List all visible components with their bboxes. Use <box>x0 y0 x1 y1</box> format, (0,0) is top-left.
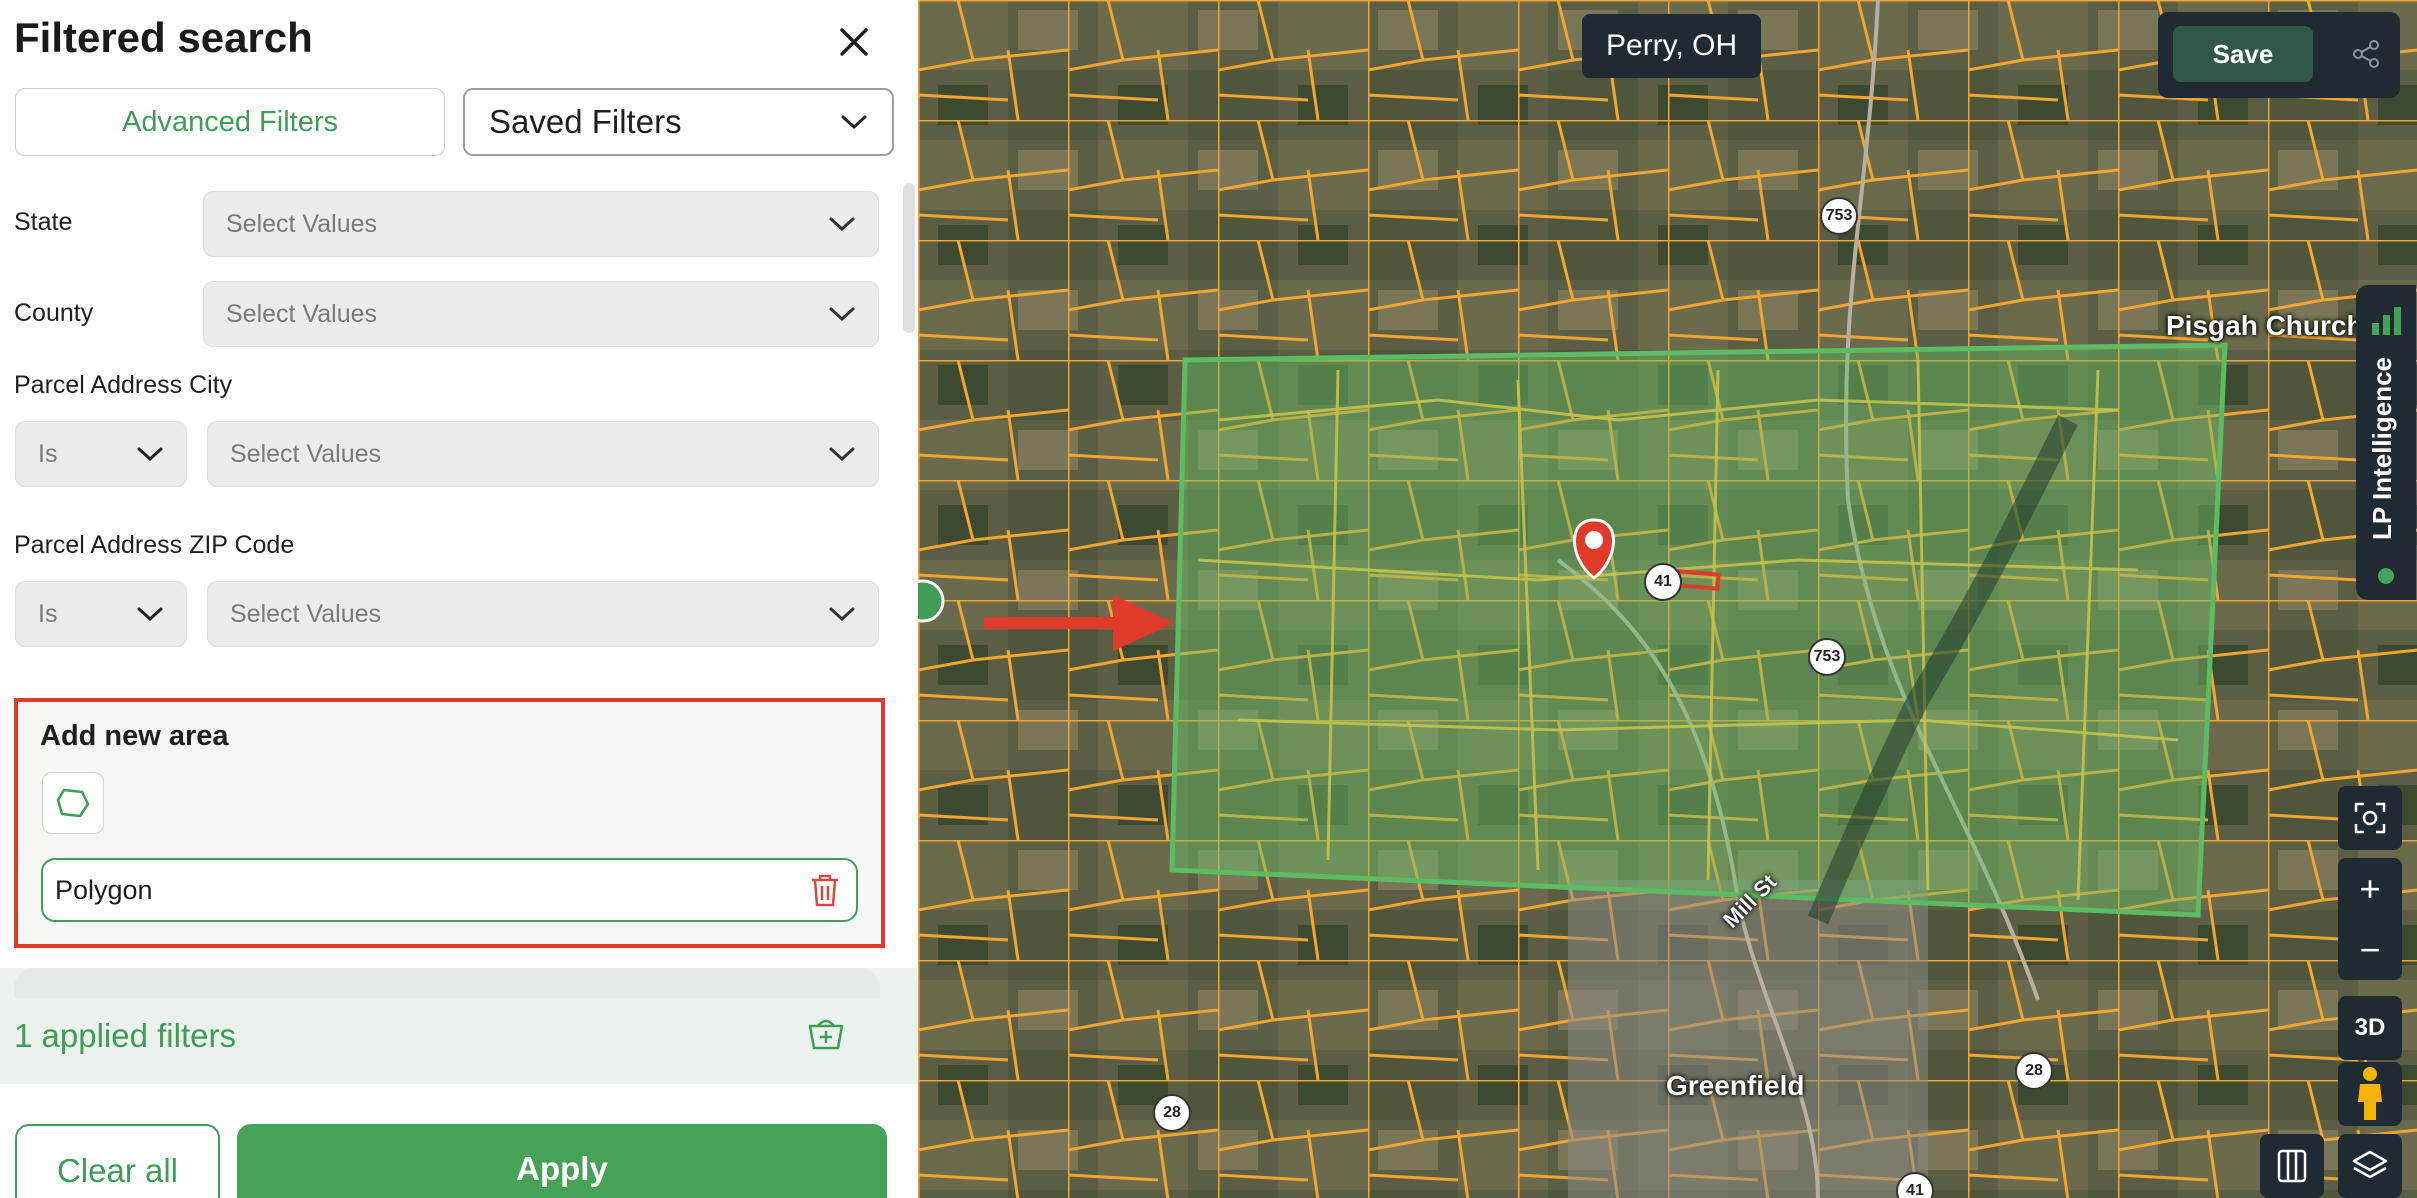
trash-icon[interactable] <box>808 871 842 909</box>
route-shield: 28 <box>2015 1052 2053 1090</box>
street-view-button[interactable] <box>2338 1062 2402 1126</box>
chevron-down-icon <box>137 607 163 622</box>
state-label: State <box>14 208 73 236</box>
state-select-placeholder: Select Values <box>226 209 378 238</box>
close-icon[interactable] <box>834 22 874 62</box>
apply-button[interactable]: Apply <box>237 1124 887 1198</box>
zip-select[interactable]: Select Values <box>207 581 879 647</box>
layers-icon <box>2352 1150 2388 1179</box>
city-select[interactable]: Select Values <box>207 421 879 487</box>
split-view-button[interactable] <box>2260 1134 2324 1198</box>
zoom-out-icon[interactable]: − <box>2338 919 2402 980</box>
scan-icon <box>2354 802 2386 834</box>
chevron-down-icon <box>829 307 855 322</box>
polygon-area-item[interactable]: Polygon <box>41 858 858 922</box>
add-area-section: Add new area Polygon <box>14 698 885 948</box>
pegman-icon <box>2358 1067 2382 1120</box>
applied-filters-count: 1 applied filters <box>14 1017 236 1054</box>
layers-button[interactable] <box>2338 1134 2402 1198</box>
split-view-icon <box>2277 1149 2307 1183</box>
chevron-down-icon <box>841 115 867 130</box>
route-shield: 753 <box>1820 197 1858 235</box>
pisgah-church-label: Pisgah Church <box>2166 310 2364 341</box>
zip-operator-value: Is <box>38 599 58 628</box>
zoom-in-icon[interactable]: + <box>2338 858 2402 919</box>
chevron-down-icon <box>829 447 855 462</box>
zip-operator-select[interactable]: Is <box>15 581 187 647</box>
greenfield-label: Greenfield <box>1666 1070 1805 1101</box>
saved-filters-label: Saved Filters <box>489 103 682 140</box>
route-shield: 41 <box>1644 563 1682 601</box>
save-button[interactable]: Save <box>2173 26 2313 82</box>
city-select-placeholder: Select Values <box>230 439 382 468</box>
zip-select-placeholder: Select Values <box>230 599 382 628</box>
polygon-area-label: Polygon <box>55 874 153 905</box>
saved-filters-dropdown[interactable]: Saved Filters <box>463 88 894 156</box>
share-icon[interactable] <box>2350 38 2382 70</box>
lp-intelligence-label: LP Intelligence <box>2367 356 2397 540</box>
state-select[interactable]: Select Values <box>203 191 879 257</box>
save-toolbar: Save <box>2158 12 2400 98</box>
chart-icon <box>2372 307 2401 335</box>
zip-label: Parcel Address ZIP Code <box>14 531 295 559</box>
filter-panel: Filtered search Advanced Filters Saved F… <box>0 0 918 1198</box>
draw-polygon-button[interactable] <box>42 772 104 834</box>
county-select-placeholder: Select Values <box>226 299 378 328</box>
3d-toggle-button[interactable]: 3D <box>2338 996 2402 1060</box>
panel-scrollbar[interactable] <box>903 183 915 333</box>
clear-all-button[interactable]: Clear all <box>15 1124 220 1198</box>
status-dot <box>2378 568 2394 584</box>
county-select[interactable]: Select Values <box>203 281 879 347</box>
chevron-down-icon <box>137 447 163 462</box>
add-area-title: Add new area <box>40 720 229 752</box>
city-label: Parcel Address City <box>14 371 233 399</box>
chevron-down-icon <box>829 217 855 232</box>
scan-button[interactable] <box>2338 786 2402 850</box>
county-label: County <box>14 299 94 327</box>
city-operator-select[interactable]: Is <box>15 421 187 487</box>
zoom-controls: + − <box>2338 858 2402 980</box>
city-operator-value: Is <box>38 439 58 468</box>
route-shield: 753 <box>1808 638 1846 676</box>
map-view[interactable]: 753 41 753 28 28 41 Pisgah Church Greenf… <box>918 0 2417 1198</box>
polygon-icon <box>56 788 90 818</box>
panel-title: Filtered search <box>14 14 313 61</box>
filter-add-icon[interactable] <box>806 1014 846 1054</box>
route-shield: 28 <box>1153 1094 1191 1132</box>
chevron-down-icon <box>829 607 855 622</box>
location-chip: Perry, OH <box>1582 14 1762 78</box>
advanced-filters-button[interactable]: Advanced Filters <box>15 88 445 156</box>
